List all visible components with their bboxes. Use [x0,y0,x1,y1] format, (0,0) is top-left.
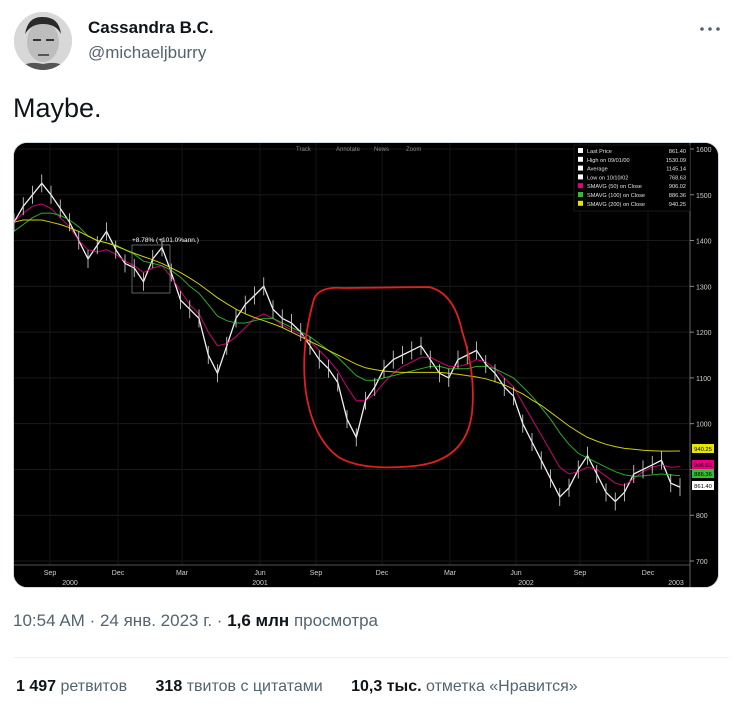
price-tag-label: 940.25 [694,447,712,453]
legend-label: Average [587,167,608,173]
x-tick-label: Mar [444,570,457,577]
legend-value: 768.63 [669,175,686,181]
x-tick-label: Sep [574,570,587,577]
quotes-stat[interactable]: 318 твитов с цитатами [156,678,323,695]
separator: · [89,611,96,630]
x-tick-label: Sep [44,570,57,577]
price-tag-label: 861.40 [694,484,712,490]
views-count: 1,6 млн [227,611,290,630]
x-tick-label: Dec [642,570,655,577]
x-year-label: 2001 [252,580,268,587]
toolbar-zoom[interactable]: Zoom [406,147,421,153]
avatar[interactable] [14,12,72,70]
x-year-label: 2000 [62,580,78,587]
quotes-count: 318 [155,678,183,695]
tweet-stats: 1 497 ретвитов 318 твитов с цитатами 10,… [16,678,602,696]
legend-value: 886.36 [669,193,686,199]
chart-annotation: +8.78% (+101.0%ann.) [132,237,199,244]
x-tick-label: Dec [112,570,125,577]
user-handle[interactable]: @michaeljburry [88,43,206,63]
legend-label: SMAVG (50) on Close [587,184,642,190]
legend-label: SMAVG (200) on Close [587,202,645,208]
legend-swatch [578,174,583,180]
price-chart: 7008009001000110012001300140015001600 Se… [14,143,718,587]
x-year-label: 2002 [518,580,534,587]
legend-value: 1530.09 [666,158,686,164]
tweet-meta: 10:54 AM · 24 янв. 2023 г. · 1,6 млн про… [13,611,378,631]
legend-label: Low on 10/10/02 [587,175,628,181]
legend-value: 940.25 [669,202,686,208]
legend-value: 861.40 [669,149,686,155]
likes-count: 10,3 тыс. [351,678,422,695]
price-tag-label: 906.02 [694,463,712,469]
y-tick-label: 1200 [696,330,712,337]
x-tick-label: Jun [254,570,265,577]
retweets-stat[interactable]: 1 497 ретвитов [16,678,127,695]
x-tick-label: Sep [310,570,323,577]
y-tick-label: 700 [696,559,708,566]
y-tick-label: 1100 [696,376,711,383]
price-tag-label: 886.36 [694,472,712,478]
tweet-time[interactable]: 10:54 AM [13,611,85,630]
legend-swatch [578,183,583,189]
legend-swatch [578,148,583,153]
separator: · [216,611,223,630]
retweets-label: ретвитов [60,678,128,695]
legend-swatch [578,156,583,162]
y-tick-label: 1300 [696,284,712,291]
legend-label: SMAVG (100) on Close [587,193,645,199]
y-tick-label: 1500 [696,193,712,200]
toolbar-annotate[interactable]: Annotate [336,147,361,153]
legend-label: Last Price [587,149,612,155]
tweet-header: Cassandra B.C. @michaeljburry [14,12,728,72]
x-tick-label: Jun [510,570,521,577]
legend-swatch [578,192,583,197]
legend-value: 906.02 [669,184,686,190]
tweet-text: Maybe. [13,93,102,123]
y-tick-label: 1600 [696,147,712,154]
y-tick-label: 1400 [696,239,712,246]
likes-stat[interactable]: 10,3 тыс. отметка «Нравится» [351,678,578,695]
tweet-date[interactable]: 24 янв. 2023 г. [100,611,212,630]
y-tick-label: 1000 [696,422,712,429]
legend-swatch [578,165,583,171]
toolbar-track[interactable]: Track [296,147,312,153]
quotes-label: твитов с цитатами [186,678,323,695]
y-tick-label: 800 [696,513,708,520]
tweet-media-chart[interactable]: 7008009001000110012001300140015001600 Se… [13,142,719,588]
views-label: просмотра [293,611,379,630]
retweets-count: 1 497 [16,678,57,695]
more-dots-icon[interactable] [698,22,722,36]
divider [13,657,729,658]
x-tick-label: Mar [176,570,189,577]
toolbar-news[interactable]: News [374,147,389,153]
legend-label: High on 09/01/00 [587,158,630,164]
likes-label: отметка «Нравится» [426,678,578,695]
legend-value: 1145.14 [666,167,686,173]
x-tick-label: Dec [376,570,389,577]
x-year-label: 2003 [668,580,684,587]
legend-swatch [578,200,583,206]
display-name[interactable]: Cassandra B.C. [88,18,214,38]
avatar-image [14,12,72,70]
